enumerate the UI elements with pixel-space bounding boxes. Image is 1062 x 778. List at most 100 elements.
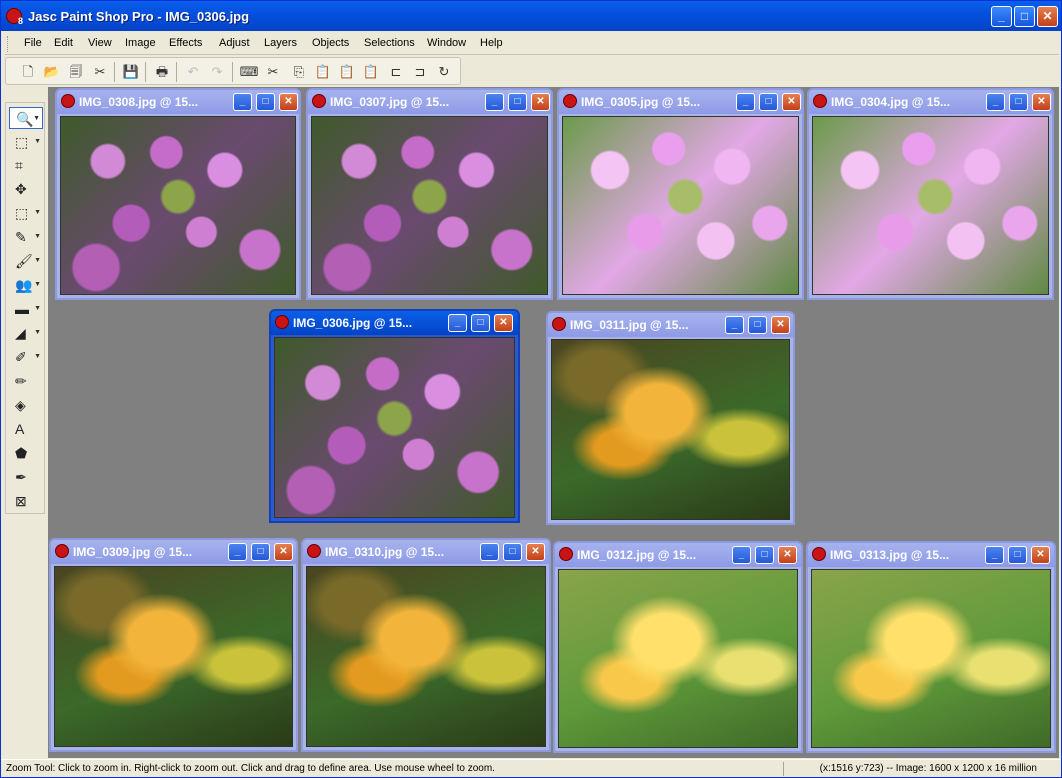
image-window-0307[interactable]: IMG_0307.jpg @ 15... _ □ ✕ — [306, 88, 553, 300]
menu-grip[interactable] — [7, 36, 10, 52]
close-button[interactable]: ✕ — [494, 314, 513, 332]
image-window-titlebar[interactable]: IMG_0309.jpg @ 15... _ □ ✕ — [51, 540, 296, 564]
menu-edit[interactable]: Edit — [54, 37, 73, 49]
pen-tool-icon[interactable]: ✒ — [9, 466, 43, 488]
print-icon[interactable]: 🖶 — [152, 62, 172, 82]
menu-effects[interactable]: Effects — [169, 37, 202, 49]
menu-adjust[interactable]: Adjust — [219, 37, 250, 49]
paste-icon[interactable]: 📋 — [313, 62, 333, 82]
cut-icon[interactable]: ✂ — [263, 62, 283, 82]
image-window-0312[interactable]: IMG_0312.jpg @ 15... _ □ ✕ — [553, 541, 803, 753]
menu-objects[interactable]: Objects — [312, 37, 349, 49]
minimize-button[interactable]: _ — [986, 93, 1005, 111]
maximize-button[interactable]: □ — [256, 93, 275, 111]
image-canvas[interactable] — [274, 337, 515, 518]
selection-tool-icon[interactable]: ⬚ ▼ — [9, 202, 43, 224]
crop-tool-icon[interactable]: ⌗ — [9, 154, 43, 176]
maximize-button[interactable]: □ — [759, 93, 778, 111]
browse-icon[interactable]: 🗐 — [66, 62, 86, 82]
maximize-button[interactable]: □ — [508, 93, 527, 111]
zoom-tool-icon[interactable]: 🔍 ▼ — [9, 107, 43, 129]
menu-file[interactable]: File — [24, 37, 42, 49]
image-canvas[interactable] — [311, 116, 548, 295]
image-canvas[interactable] — [558, 569, 798, 748]
minimize-button[interactable]: _ — [725, 316, 744, 334]
redo-icon[interactable]: ↷ — [207, 62, 227, 82]
close-button[interactable]: ✕ — [279, 93, 298, 111]
crop-to-selection-icon[interactable]: ⊏ — [386, 62, 406, 82]
chevron-down-icon[interactable]: ▼ — [34, 274, 41, 296]
menu-help[interactable]: Help — [480, 37, 503, 49]
close-button[interactable]: ✕ — [778, 546, 797, 564]
text-tool-icon[interactable]: A — [9, 418, 43, 440]
image-canvas[interactable] — [551, 339, 790, 520]
image-canvas[interactable] — [60, 116, 296, 295]
minimize-button[interactable]: _ — [991, 6, 1012, 27]
chevron-down-icon[interactable]: ▼ — [34, 226, 41, 248]
image-window-titlebar[interactable]: IMG_0308.jpg @ 15... _ □ ✕ — [57, 90, 299, 114]
image-window-0304[interactable]: IMG_0304.jpg @ 15... _ □ ✕ — [807, 88, 1054, 300]
image-window-titlebar[interactable]: IMG_0307.jpg @ 15... _ □ ✕ — [308, 90, 551, 114]
close-button[interactable]: ✕ — [274, 543, 293, 561]
image-window-0308[interactable]: IMG_0308.jpg @ 15... _ □ ✕ — [55, 88, 301, 300]
chevron-down-icon[interactable]: ▼ — [34, 346, 41, 368]
image-window-titlebar[interactable]: IMG_0313.jpg @ 15... _ □ ✕ — [808, 543, 1054, 567]
image-canvas[interactable] — [812, 116, 1049, 295]
paste-layer-icon[interactable]: 📋 — [337, 62, 357, 82]
close-button[interactable]: ✕ — [1031, 546, 1050, 564]
close-button[interactable]: ✕ — [531, 93, 550, 111]
image-window-0309[interactable]: IMG_0309.jpg @ 15... _ □ ✕ — [49, 538, 298, 752]
minimize-button[interactable]: _ — [480, 543, 499, 561]
image-window-0306[interactable]: IMG_0306.jpg @ 15... _ □ ✕ — [269, 309, 520, 523]
scan-icon[interactable]: ✂ — [90, 62, 110, 82]
maximize-button[interactable]: □ — [748, 316, 767, 334]
title-bar[interactable]: 8 Jasc Paint Shop Pro - IMG_0306.jpg _ □… — [1, 1, 1061, 31]
image-window-titlebar[interactable]: IMG_0311.jpg @ 15... _ □ ✕ — [548, 313, 793, 337]
image-window-titlebar[interactable]: IMG_0306.jpg @ 15... _ □ ✕ — [271, 311, 518, 335]
minimize-button[interactable]: _ — [233, 93, 252, 111]
rotate-icon[interactable]: ↻ — [434, 62, 454, 82]
pick-tool-icon[interactable]: ⬚ ▼ — [9, 131, 43, 153]
maximize-button[interactable]: □ — [1014, 6, 1035, 27]
maximize-button[interactable]: □ — [471, 314, 490, 332]
warp-tool-icon[interactable]: ⊠ — [9, 490, 43, 512]
open-icon[interactable]: 📂 — [42, 62, 62, 82]
move-tool-icon[interactable]: ✥ — [9, 178, 43, 200]
image-canvas[interactable] — [306, 566, 546, 747]
minimize-button[interactable]: _ — [448, 314, 467, 332]
image-canvas[interactable] — [562, 116, 799, 295]
image-window-titlebar[interactable]: IMG_0312.jpg @ 15... _ □ ✕ — [555, 543, 801, 567]
dropper-tool-icon[interactable]: ✎ ▼ — [9, 226, 43, 248]
maximize-button[interactable]: □ — [755, 546, 774, 564]
scratch-remover-icon[interactable]: ▬ ▼ — [9, 298, 43, 320]
copy-icon[interactable]: ⎘ — [289, 62, 309, 82]
image-window-0310[interactable]: IMG_0310.jpg @ 15... _ □ ✕ — [301, 538, 551, 752]
close-button[interactable]: ✕ — [1032, 93, 1051, 111]
minimize-button[interactable]: _ — [732, 546, 751, 564]
clone-tool-icon[interactable]: 👥 ▼ — [9, 274, 43, 296]
brush-tool-icon[interactable]: 🖌 ▼ — [9, 250, 43, 272]
close-button[interactable]: ✕ — [771, 316, 790, 334]
maximize-button[interactable]: □ — [503, 543, 522, 561]
dodge-tool-icon[interactable]: ◢ ▼ — [9, 322, 43, 344]
close-button[interactable]: ✕ — [1037, 6, 1058, 27]
shape-tool-icon[interactable]: ⬟ — [9, 442, 43, 464]
resize-icon[interactable]: ⊐ — [410, 62, 430, 82]
minimize-button[interactable]: _ — [485, 93, 504, 111]
image-canvas[interactable] — [54, 566, 293, 747]
menu-view[interactable]: View — [88, 37, 112, 49]
chevron-down-icon[interactable]: ▼ — [34, 298, 41, 320]
show-hide-icon[interactable]: ⌨ — [239, 62, 259, 82]
image-window-0305[interactable]: IMG_0305.jpg @ 15... _ □ ✕ — [557, 88, 804, 300]
image-window-0311[interactable]: IMG_0311.jpg @ 15... _ □ ✕ — [546, 311, 795, 525]
save-icon[interactable]: 💾 — [121, 62, 141, 82]
fill-tool-icon[interactable]: ◈ — [9, 394, 43, 416]
minimize-button[interactable]: _ — [228, 543, 247, 561]
maximize-button[interactable]: □ — [1008, 546, 1027, 564]
menu-window[interactable]: Window — [427, 37, 466, 49]
maximize-button[interactable]: □ — [1009, 93, 1028, 111]
chevron-down-icon[interactable]: ▼ — [34, 131, 41, 153]
maximize-button[interactable]: □ — [251, 543, 270, 561]
image-window-titlebar[interactable]: IMG_0304.jpg @ 15... _ □ ✕ — [809, 90, 1052, 114]
undo-icon[interactable]: ↶ — [183, 62, 203, 82]
